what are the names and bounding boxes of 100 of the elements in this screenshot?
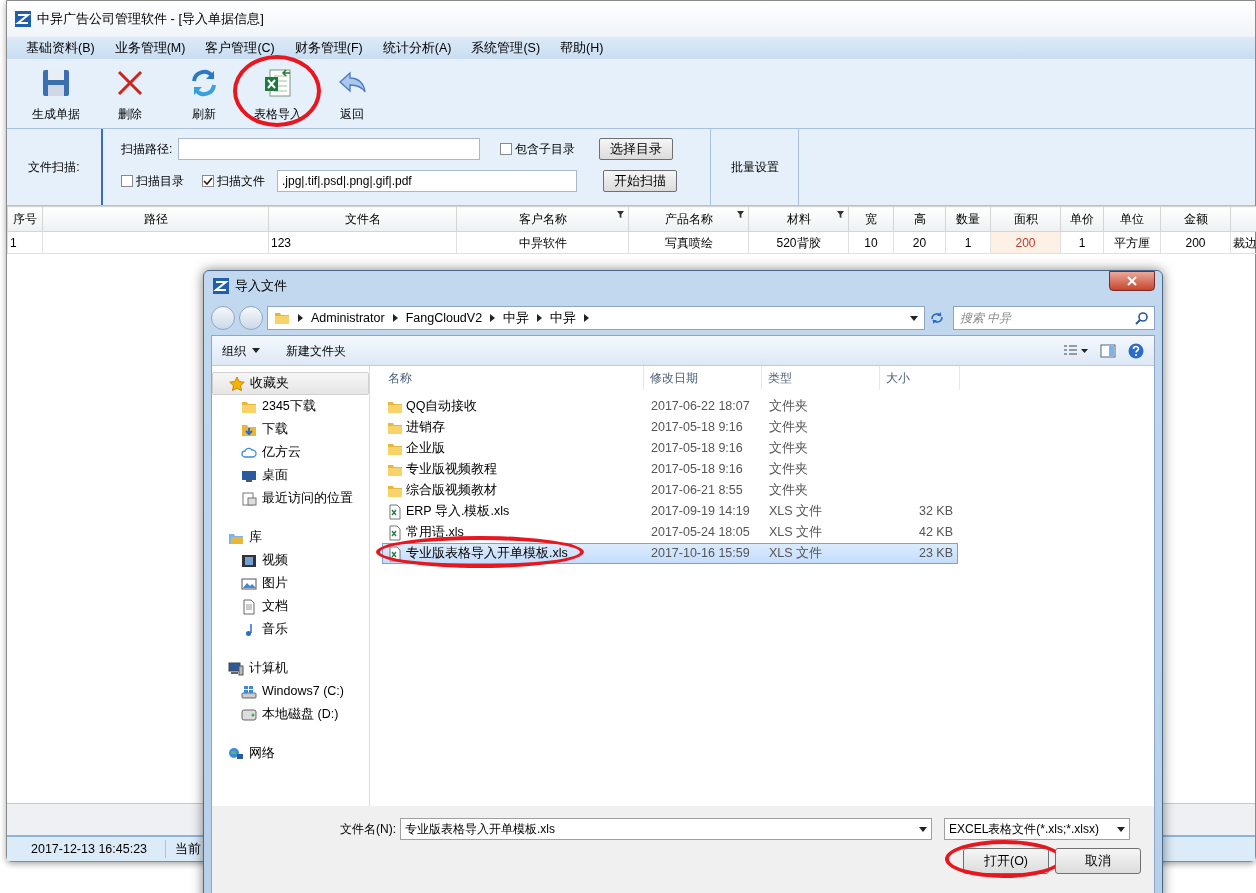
column-header[interactable]: 名称 xyxy=(382,366,644,390)
spreadsheet-import-icon xyxy=(262,67,294,99)
menu-item[interactable]: 统计分析(A) xyxy=(375,38,465,58)
file-type-dropdown[interactable]: EXCEL表格文件(*.xls;*.xlsx) xyxy=(944,818,1130,840)
dropdown-arrow-icon[interactable] xyxy=(910,315,918,321)
toolbar-button[interactable]: 刷新 xyxy=(167,67,241,123)
network-icon xyxy=(228,745,244,762)
select-folder-button[interactable]: 选择目录 xyxy=(599,138,674,160)
menu-item[interactable]: 系统管理(S) xyxy=(464,38,554,58)
start-scan-button[interactable]: 开始扫描 xyxy=(603,170,677,192)
dropdown-arrow-icon[interactable] xyxy=(919,826,927,832)
menu-item[interactable]: 客户管理(C) xyxy=(198,38,288,58)
nav-item[interactable]: 音乐 xyxy=(212,618,369,641)
close-button[interactable] xyxy=(1109,271,1155,291)
address-bar[interactable]: Administrator FangCloudV2 中异 中异 xyxy=(267,306,925,330)
column-header: 材料 xyxy=(748,206,849,232)
nav-item[interactable]: 下载 xyxy=(212,418,369,441)
extensions-field[interactable]: .jpg|.tif|.psd|.png|.gif|.pdf xyxy=(277,170,577,192)
checkbox[interactable]: 扫描文件 xyxy=(202,172,265,190)
dropdown-arrow-icon[interactable] xyxy=(1117,826,1125,832)
chevron-icon xyxy=(584,314,590,322)
help-icon xyxy=(1128,342,1144,359)
dialog-button[interactable]: 取消 xyxy=(1055,848,1141,874)
nav-item[interactable]: 网络 xyxy=(212,742,369,765)
search-field[interactable]: 搜索 中异 xyxy=(953,306,1155,330)
file-row[interactable]: 进销存 2017-05-18 9:16 文件夹 xyxy=(382,417,958,438)
path-input-field[interactable] xyxy=(178,138,481,160)
filter-icon[interactable] xyxy=(617,211,624,218)
table-cell: 520背胶 xyxy=(748,231,849,254)
breadcrumb-item[interactable]: 中异 xyxy=(550,308,577,328)
column-header: 单位 xyxy=(1103,206,1161,232)
breadcrumb-item[interactable]: FangCloudV2 xyxy=(405,308,483,328)
nav-item[interactable]: 视频 xyxy=(212,549,369,572)
nav-item[interactable]: 文档 xyxy=(212,595,369,618)
column-header[interactable]: 修改日期 xyxy=(644,366,762,390)
status-datetime: 2017-12-13 16:45:23 xyxy=(7,839,167,859)
table-cell: 写真喷绘 xyxy=(628,231,749,254)
column-header: 序号 xyxy=(7,206,43,232)
spreadsheet-file-icon xyxy=(387,524,403,541)
toolbar-button[interactable]: 组织 xyxy=(222,341,260,360)
spreadsheet-file-icon xyxy=(387,545,403,562)
preview-pane-icon xyxy=(1100,343,1116,358)
file-row[interactable]: 专业版表格导入开单模板.xls 2017-10-16 15:59 XLS 文件 23 KB xyxy=(382,543,958,564)
toolbar-button[interactable]: 删除 xyxy=(93,67,167,123)
checkmark-icon xyxy=(203,176,213,186)
nav-item[interactable]: 亿方云 xyxy=(212,441,369,464)
star-icon xyxy=(229,375,245,392)
nav-item[interactable]: 2345下载 xyxy=(212,395,369,418)
file-row[interactable]: QQ自动接收 2017-06-22 18:07 文件夹 xyxy=(382,396,958,417)
column-header: 文件名 xyxy=(268,206,457,232)
file-row[interactable]: 专业版视频教程 2017-05-18 9:16 文件夹 xyxy=(382,459,958,480)
toolbar-button[interactable]: 返回 xyxy=(315,67,389,123)
chevron-icon xyxy=(537,314,543,322)
close-icon xyxy=(1126,276,1138,286)
toolbar-button[interactable]: 新建文件夹 xyxy=(286,341,346,360)
filter-icon[interactable] xyxy=(837,211,844,218)
refresh-icon xyxy=(929,310,945,326)
status-text: 当前 xyxy=(174,840,202,858)
chevron-icon xyxy=(392,314,398,322)
file-row[interactable]: 综合版视频教材 2017-06-21 8:55 文件夹 xyxy=(382,480,958,501)
table-cell: 1 xyxy=(945,231,991,254)
column-header[interactable]: 大小 xyxy=(880,366,960,390)
checkbox[interactable]: 扫描目录 xyxy=(121,172,184,190)
app-logo-icon xyxy=(213,278,229,294)
nav-item[interactable]: 计算机 xyxy=(212,657,369,680)
window-title: 中异广告公司管理软件 - [导入单据信息] xyxy=(37,10,264,29)
dialog-button[interactable]: 打开(O) xyxy=(963,848,1049,874)
system-drive-icon xyxy=(241,683,257,700)
document-icon xyxy=(241,598,257,615)
menu-item[interactable]: 帮助(H) xyxy=(553,38,617,58)
table-cell: 平方厘 xyxy=(1103,231,1161,254)
filename-field[interactable]: 专业版表格导入开单模板.xls xyxy=(400,818,932,840)
column-header[interactable]: 类型 xyxy=(762,366,880,390)
nav-item[interactable]: 收藏夹 xyxy=(212,372,369,395)
nav-item[interactable]: 图片 xyxy=(212,572,369,595)
toolbar-button[interactable]: 生成单据 xyxy=(19,67,93,123)
batch-settings-label: 批量设置 xyxy=(711,129,799,205)
folder-icon xyxy=(274,310,290,326)
menu-item[interactable]: 基础资料(B) xyxy=(19,38,108,58)
filter-icon[interactable] xyxy=(737,211,744,218)
column-header: 客户名称 xyxy=(456,206,629,232)
column-header: 数量 xyxy=(945,206,991,232)
breadcrumb-item[interactable]: 中异 xyxy=(503,308,530,328)
nav-item[interactable]: 本地磁盘 (D:) xyxy=(212,703,369,726)
nav-item[interactable]: 库 xyxy=(212,526,369,549)
breadcrumb-item[interactable]: Administrator xyxy=(311,308,385,328)
file-row[interactable]: 企业版 2017-05-18 9:16 文件夹 xyxy=(382,438,958,459)
spreadsheet-file-icon xyxy=(387,503,403,520)
nav-item[interactable]: 桌面 xyxy=(212,464,369,487)
checkbox[interactable]: 包含子目录 xyxy=(500,140,576,158)
film-icon xyxy=(241,552,257,569)
file-row[interactable]: 常用语.xls 2017-05-24 18:05 XLS 文件 42 KB xyxy=(382,522,958,543)
view-options-icon xyxy=(1064,344,1088,357)
file-row[interactable]: ERP 导入.模板.xls 2017-09-19 14:19 XLS 文件 32 KB xyxy=(382,501,958,522)
menu-item[interactable]: 业务管理(M) xyxy=(107,38,199,58)
nav-item[interactable]: Windows7 (C:) xyxy=(212,680,369,703)
table-cell: 1 xyxy=(1060,231,1104,254)
menu-item[interactable]: 财务管理(F) xyxy=(287,38,376,58)
nav-item[interactable]: 最近访问的位置 xyxy=(212,487,369,510)
recent-places-icon xyxy=(241,490,257,507)
